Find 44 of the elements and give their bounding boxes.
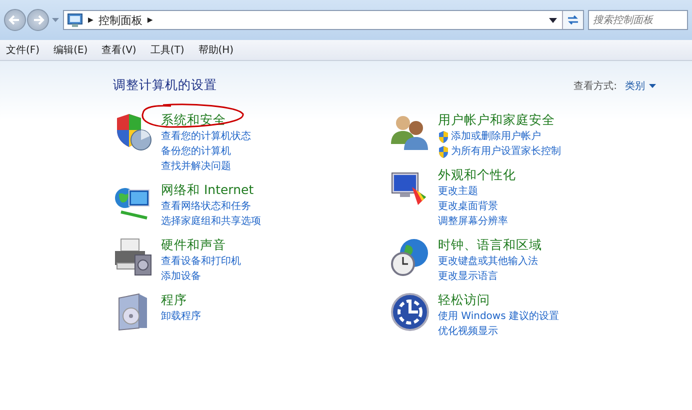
printer-icon[interactable] (113, 237, 153, 277)
task-link[interactable]: 查看设备和打印机 (161, 255, 241, 269)
category-link[interactable]: 轻松访问 (438, 292, 490, 309)
task-link[interactable]: 查看您的计算机状态 (161, 130, 251, 144)
category-link[interactable]: 外观和个性化 (438, 167, 516, 184)
accessibility-icon[interactable] (390, 292, 430, 332)
task-link[interactable]: 更改显示语言 (438, 270, 498, 284)
view-by-dropdown[interactable]: 类别 (625, 78, 656, 92)
category-link[interactable]: 用户帐户和家庭安全 (438, 112, 555, 129)
breadcrumb-item[interactable]: 控制面板 (98, 12, 142, 28)
task-link[interactable]: 优化视频显示 (438, 325, 498, 339)
category-link[interactable]: 硬件和声音 (161, 237, 226, 254)
menu-item[interactable]: 帮助(H) (196, 43, 236, 57)
task-link[interactable]: 卸载程序 (161, 310, 201, 324)
search-field[interactable]: 搜索控制面板 (588, 10, 688, 30)
task-link[interactable]: 查找并解决问题 (161, 160, 231, 174)
menu-item[interactable]: 查看(V) (100, 43, 138, 57)
back-button[interactable] (4, 9, 26, 31)
refresh-button[interactable] (562, 11, 583, 29)
page-heading: 调整计算机的设置 (113, 77, 218, 94)
control-panel-icon (67, 13, 83, 27)
menu-item[interactable]: 编辑(E) (52, 43, 90, 57)
task-link[interactable]: 更改键盘或其他输入法 (438, 255, 538, 269)
menu-item[interactable]: 文件(F) (4, 43, 42, 57)
view-by-label: 查看方式: (574, 80, 617, 92)
task-link[interactable]: 使用 Windows 建议的设置 (438, 310, 559, 324)
category-link[interactable]: 程序 (161, 292, 187, 309)
task-link[interactable]: 查看网络状态和任务 (161, 200, 251, 214)
category-link[interactable]: 网络和 Internet (161, 182, 254, 199)
task-link[interactable]: 添加设备 (161, 270, 201, 284)
refresh-icon (566, 13, 580, 27)
task-link[interactable]: 更改主题 (438, 185, 478, 199)
task-link[interactable]: 更改桌面背景 (438, 200, 498, 214)
task-link[interactable]: 添加或删除用户帐户 (451, 130, 541, 144)
task-link[interactable]: 调整屏幕分辨率 (438, 215, 508, 229)
task-link[interactable]: 备份您的计算机 (161, 145, 231, 159)
task-link[interactable]: 选择家庭组和共享选项 (161, 215, 261, 229)
task-link[interactable]: 为所有用户设置家长控制 (451, 145, 561, 159)
forward-button[interactable] (27, 9, 49, 31)
globe-clock-icon[interactable] (390, 237, 430, 277)
menu-item[interactable]: 工具(T) (148, 43, 186, 57)
dropdown-caret-icon[interactable] (549, 18, 557, 22)
caret-icon (649, 84, 656, 88)
category-link[interactable]: 时钟、语言和区域 (438, 237, 542, 254)
